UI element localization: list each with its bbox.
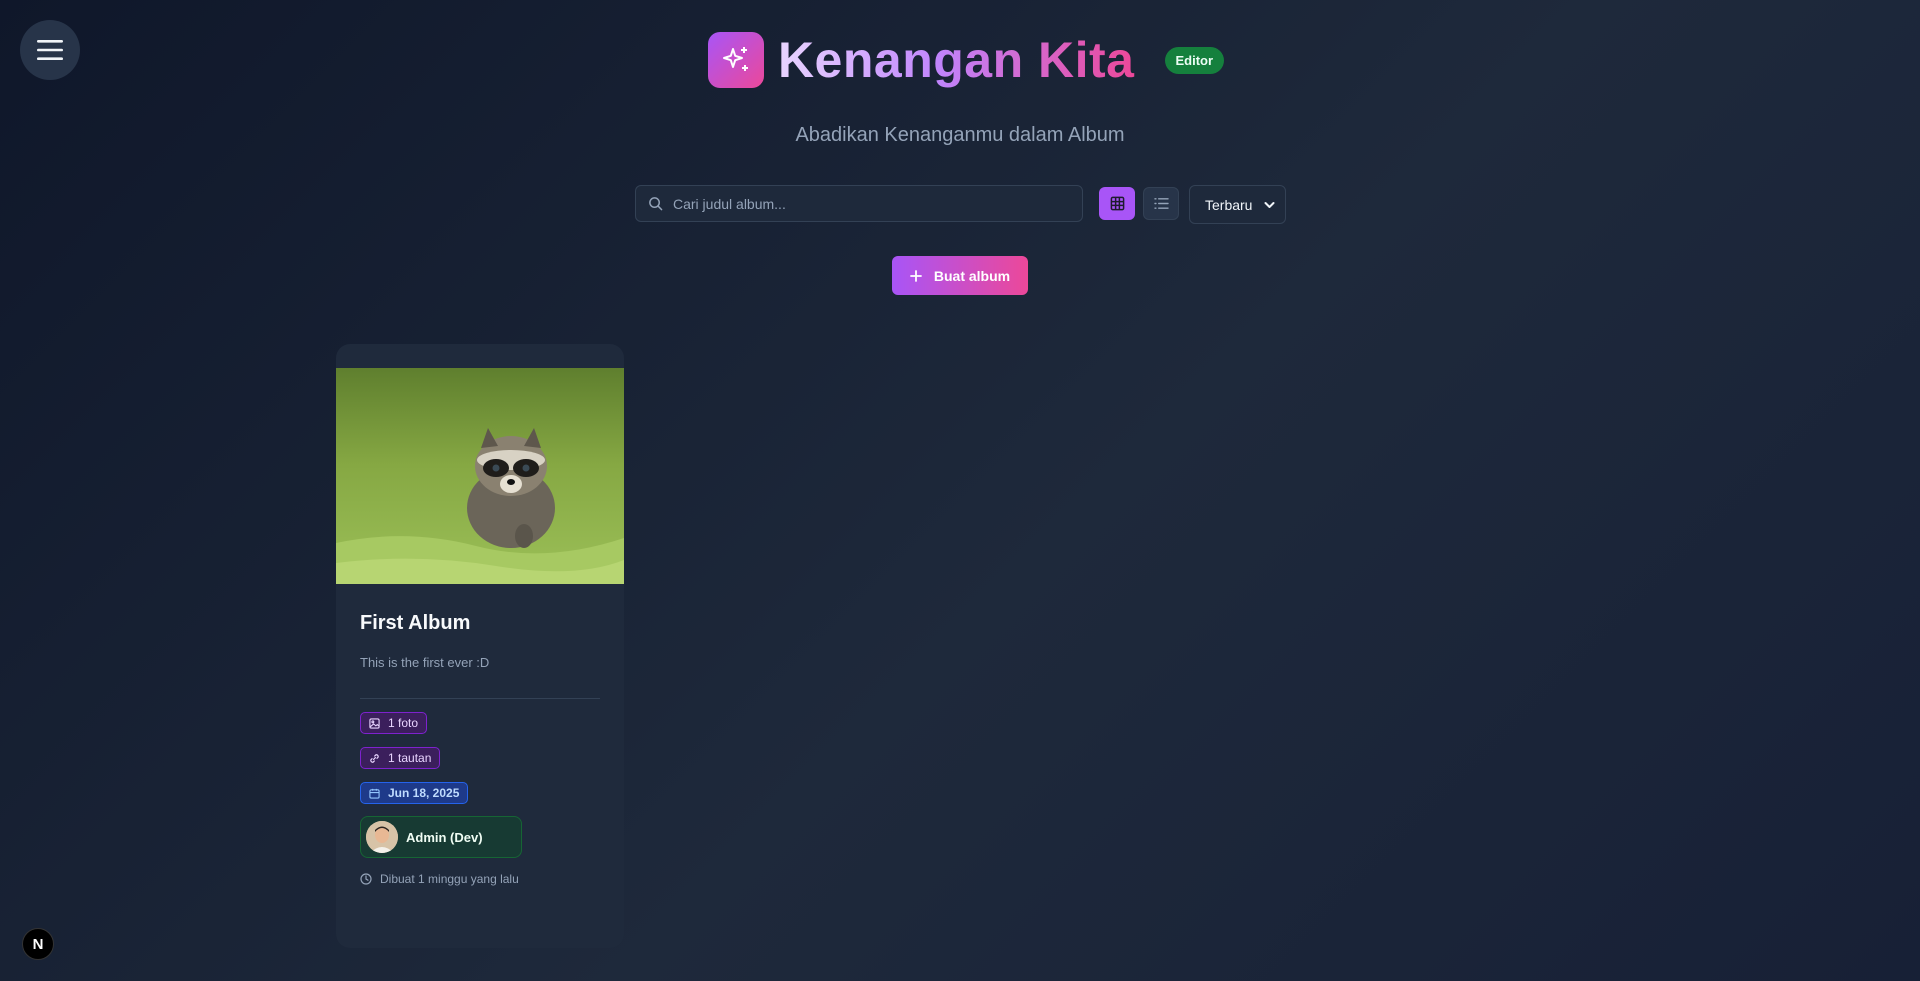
page-header: Kenangan Kita Editor [0, 32, 1920, 88]
create-album-label: Buat album [933, 267, 1011, 284]
album-title: First Album [360, 612, 471, 634]
sort-selected-label: Terbaru [1205, 196, 1253, 213]
create-album-button[interactable]: Buat album [892, 256, 1028, 295]
link-count-badge: 1 tautan [360, 747, 441, 769]
list-view-button[interactable] [1143, 187, 1179, 220]
link-count-label: 1 tautan [388, 751, 432, 765]
album-card[interactable]: First Album This is the first ever :D 1 … [336, 344, 624, 948]
app-logo [707, 32, 764, 88]
calendar-icon [369, 788, 380, 799]
album-description: This is the first ever :D [360, 655, 490, 670]
app-title: Kenangan Kita [777, 32, 1135, 88]
page-subtitle: Abadikan Kenanganmu dalam Album [795, 124, 1125, 146]
sort-select[interactable]: Terbaru [1189, 185, 1286, 224]
image-icon [369, 717, 380, 729]
role-badge: Editor [1164, 46, 1225, 74]
plus-icon [909, 269, 922, 282]
search-box[interactable] [635, 185, 1083, 222]
list-icon [1153, 198, 1169, 209]
clock-icon [360, 873, 372, 885]
owner-chip[interactable]: Admin (Dev) [360, 816, 522, 858]
dev-badge-letter: N [32, 935, 44, 953]
link-icon [370, 753, 379, 763]
search-icon [649, 197, 663, 211]
created-info: Dibuat 1 minggu yang lalu [360, 872, 600, 886]
avatar [366, 821, 398, 853]
photo-count-badge: 1 foto [360, 712, 428, 734]
date-badge: Jun 18, 2025 [360, 782, 469, 804]
card-divider [360, 698, 600, 699]
created-label: Dibuat 1 minggu yang lalu [380, 872, 519, 886]
owner-name: Admin (Dev) [406, 829, 483, 845]
grid-icon [1110, 196, 1124, 211]
dev-tools-badge[interactable]: N [22, 928, 54, 960]
sparkles-icon [722, 47, 748, 71]
grid-view-button[interactable] [1099, 187, 1135, 220]
album-date: Jun 18, 2025 [388, 786, 460, 800]
search-input[interactable] [673, 195, 1053, 212]
raccoon-photo [336, 368, 624, 584]
album-cover-image [336, 368, 624, 584]
chevron-down-icon [1264, 201, 1275, 208]
photo-count-label: 1 foto [388, 716, 419, 730]
